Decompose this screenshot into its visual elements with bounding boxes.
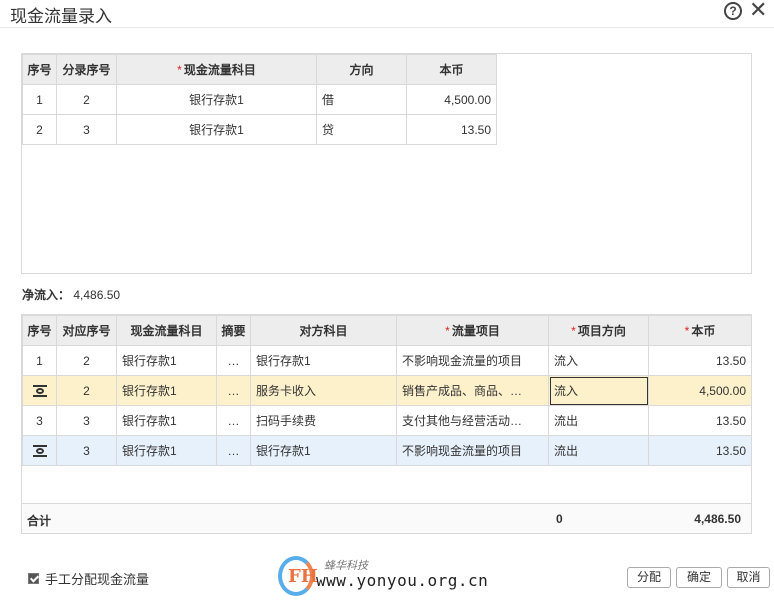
required-mark: *	[684, 324, 690, 338]
cell-counter-subject[interactable]: 银行存款1	[250, 345, 397, 376]
cell-ref-seq: 2	[56, 345, 117, 376]
table-row[interactable]: 2 3 银行存款1 贷 13.50	[22, 114, 497, 145]
cell-amount[interactable]: 13.50	[648, 405, 752, 436]
cancel-button[interactable]: 取消	[727, 567, 770, 588]
manual-allocate-label: 手工分配现金流量	[45, 572, 150, 587]
cell-amount[interactable]: 13.50	[648, 435, 752, 466]
table-row[interactable]: 1 2 银行存款1 借 4,500.00	[22, 84, 497, 115]
watermark: FH 蜂华科技 www.yonyou.org.cn	[278, 556, 498, 600]
table-row[interactable]: 1 2 银行存款1 … 银行存款1 不影响现金流量的项目 流入 13.50	[22, 345, 752, 376]
cell-flow-item[interactable]: 不影响现金流量的项目	[396, 435, 549, 466]
cell-cash-subject[interactable]: 银行存款1	[116, 375, 217, 406]
allocate-button[interactable]: 分配	[627, 567, 671, 588]
cell-item-direction-editing[interactable]: 流入	[548, 375, 649, 406]
split-row-icon[interactable]	[32, 385, 47, 398]
col-header-cash-subject: * 现金流量科目	[116, 54, 317, 85]
cell-direction: 贷	[316, 114, 407, 145]
cash-subject-table: 序号 分录序号 * 现金流量科目 方向 本币 1 2 银行存款1 借 4,500.…	[22, 54, 497, 145]
total-row: 合计 0 4,486.50	[22, 503, 751, 533]
cell-entry-seq: 3	[56, 114, 117, 145]
cell-item-direction[interactable]: 流出	[548, 435, 649, 466]
cell-direction: 借	[316, 84, 407, 115]
cell-ref-seq: 2	[56, 375, 117, 406]
cell-amount[interactable]: 4,500.00	[648, 375, 752, 406]
net-inflow: 净流入： 4,486.50	[22, 286, 120, 303]
cell-flow-item[interactable]: 销售产成品、商品、…	[396, 375, 549, 406]
total-label: 合计	[27, 514, 52, 528]
cell-ref-seq: 3	[56, 435, 117, 466]
watermark-url: www.yonyou.org.cn	[316, 571, 489, 590]
table-header-row: 序号 对应序号 现金流量科目 摘要 对方科目 * 流量项目 * 项目方向 * 本币	[22, 315, 752, 346]
cell-amount[interactable]: 13.50	[648, 345, 752, 376]
cash-subject-panel: 序号 分录序号 * 现金流量科目 方向 本币 1 2 银行存款1 借 4,500.…	[21, 53, 752, 274]
col-header-counter-subject: 对方科目	[250, 315, 397, 346]
net-inflow-value: 4,486.50	[73, 288, 121, 302]
cell-cash-subject[interactable]: 银行存款1	[116, 114, 317, 145]
cell-seq: 1	[22, 84, 57, 115]
cell-ref-seq: 3	[56, 405, 117, 436]
manual-allocate-checkbox[interactable]	[28, 573, 39, 584]
cell-seq[interactable]	[22, 435, 57, 466]
cell-seq: 1	[22, 345, 57, 376]
cell-amount: 4,500.00	[406, 84, 497, 115]
col-header-entry-seq: 分录序号	[56, 54, 117, 85]
cell-cash-subject[interactable]: 银行存款1	[116, 345, 217, 376]
split-row-icon[interactable]	[32, 445, 47, 458]
cell-counter-subject[interactable]: 服务卡收入	[250, 375, 397, 406]
col-header-flow-item: * 流量项目	[396, 315, 549, 346]
cell-flow-item[interactable]: 不影响现金流量的项目	[396, 345, 549, 376]
col-header-summary: 摘要	[216, 315, 251, 346]
question-circle-icon[interactable]: ?	[724, 2, 742, 20]
cash-flow-item-panel: 序号 对应序号 现金流量科目 摘要 对方科目 * 流量项目 * 项目方向 * 本币 1…	[21, 314, 752, 534]
cell-counter-subject[interactable]: 银行存款1	[250, 435, 397, 466]
cash-flow-item-table: 序号 对应序号 现金流量科目 摘要 对方科目 * 流量项目 * 项目方向 * 本币 1…	[22, 315, 752, 466]
cell-amount: 13.50	[406, 114, 497, 145]
dialog-titlebar: 现金流量录入 ? ✕	[0, 0, 774, 28]
cell-entry-seq: 2	[56, 84, 117, 115]
cell-counter-subject[interactable]: 扫码手续费	[250, 405, 397, 436]
col-header-amount: 本币	[406, 54, 497, 85]
col-header-ref-seq: 对应序号	[56, 315, 117, 346]
col-header-cash-subject: 现金流量科目	[116, 315, 217, 346]
cell-item-direction[interactable]: 流入	[548, 345, 649, 376]
total-direction: 0	[556, 512, 563, 526]
col-header-seq: 序号	[22, 315, 57, 346]
confirm-button[interactable]: 确定	[676, 567, 722, 588]
dialog-title: 现金流量录入	[10, 7, 112, 27]
cell-cash-subject[interactable]: 银行存款1	[116, 405, 217, 436]
cell-summary[interactable]: …	[216, 435, 251, 466]
net-inflow-label: 净流入：	[22, 288, 71, 302]
manual-allocate-option[interactable]: 手工分配现金流量	[28, 569, 149, 588]
cell-cash-subject[interactable]: 银行存款1	[116, 84, 317, 115]
close-icon[interactable]: ✕	[749, 0, 767, 21]
cell-summary[interactable]: …	[216, 345, 251, 376]
table-header-row: 序号 分录序号 * 现金流量科目 方向 本币	[22, 54, 497, 85]
cell-item-direction[interactable]: 流出	[548, 405, 649, 436]
brand-logo: FH	[278, 556, 318, 596]
table-row[interactable]: 2 银行存款1 … 服务卡收入 销售产成品、商品、… 流入 4,500.00	[22, 375, 752, 406]
cell-seq: 3	[22, 405, 57, 436]
cell-seq[interactable]	[22, 375, 57, 406]
cell-seq: 2	[22, 114, 57, 145]
cell-flow-item[interactable]: 支付其他与经营活动…	[396, 405, 549, 436]
col-header-item-direction: * 项目方向	[548, 315, 649, 346]
table-row[interactable]: 3 银行存款1 … 银行存款1 不影响现金流量的项目 流出 13.50	[22, 435, 752, 466]
cell-summary[interactable]: …	[216, 405, 251, 436]
table-row[interactable]: 3 3 银行存款1 … 扫码手续费 支付其他与经营活动… 流出 13.50	[22, 405, 752, 436]
col-header-seq: 序号	[22, 54, 57, 85]
total-amount: 4,486.50	[694, 512, 741, 526]
required-mark: *	[445, 324, 450, 338]
col-header-direction: 方向	[316, 54, 407, 85]
required-mark: *	[571, 324, 576, 338]
col-header-amount: * 本币	[648, 315, 752, 346]
cell-cash-subject[interactable]: 银行存款1	[116, 435, 217, 466]
required-mark: *	[177, 63, 182, 77]
cell-summary[interactable]: …	[216, 375, 251, 406]
